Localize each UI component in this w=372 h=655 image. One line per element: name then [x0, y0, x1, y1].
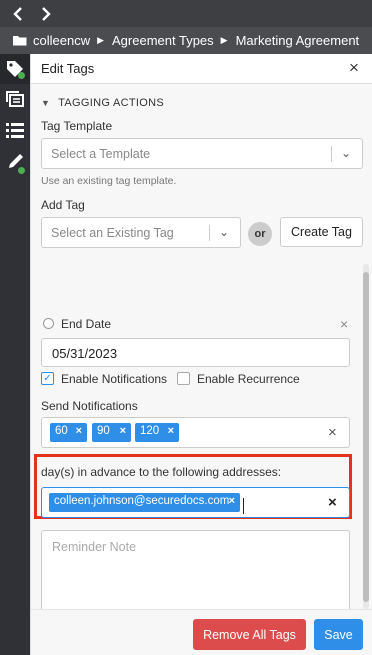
enable-notifications-label: Enable Notifications: [61, 372, 168, 386]
end-date-label: End Date: [61, 317, 112, 331]
clear-emails-icon[interactable]: ×: [328, 495, 337, 510]
panel-title: Edit Tags: [41, 61, 95, 76]
day-chip: 90 ×: [92, 423, 131, 442]
breadcrumb-separator: ▶: [97, 35, 105, 45]
enable-notifications-checkbox[interactable]: ✓: [41, 372, 54, 385]
reminder-note-placeholder: Reminder Note: [52, 540, 137, 554]
chevron-right-icon[interactable]: [36, 4, 56, 24]
remove-chip-icon[interactable]: ×: [120, 425, 126, 437]
clear-days-icon[interactable]: ×: [328, 425, 337, 440]
remove-chip-icon[interactable]: ×: [229, 495, 235, 507]
status-dot: [18, 167, 25, 174]
chevron-left-icon[interactable]: [8, 4, 28, 24]
tag-template-placeholder: Select a Template: [51, 147, 151, 161]
enable-recurrence-label: Enable Recurrence: [197, 372, 300, 386]
breadcrumb-item-user[interactable]: colleencw: [33, 33, 90, 48]
edit-tags-panel: Edit Tags × ▼ TAGGING ACTIONS Tag Templa…: [30, 54, 372, 655]
email-chip: colleen.johnson@securedocs.com ×: [49, 493, 240, 512]
close-icon[interactable]: ×: [349, 59, 359, 77]
select-divider: [331, 146, 332, 162]
add-tag-placeholder: Select an Existing Tag: [51, 226, 174, 240]
tag-form-scroll-area: End Date × 05/31/2023 ✓ Enable Notificat…: [31, 264, 372, 609]
remove-end-date-icon[interactable]: ×: [340, 317, 348, 332]
create-tag-button[interactable]: Create Tag: [280, 217, 363, 247]
tag-template-select[interactable]: Select a Template ⌄: [41, 138, 363, 169]
day-chip: 60 ×: [50, 423, 87, 442]
notification-days-input[interactable]: 60 × 90 × 120 × ×: [41, 417, 350, 448]
breadcrumb-separator: ▶: [220, 35, 228, 45]
breadcrumb-item-marketing-agreement[interactable]: Marketing Agreement: [236, 33, 360, 48]
top-toolbar: [0, 0, 372, 27]
remove-chip-icon[interactable]: ×: [76, 425, 82, 437]
scrollbar-thumb[interactable]: [363, 272, 369, 602]
reminder-note-textarea[interactable]: Reminder Note: [41, 530, 350, 609]
panel-footer: Remove All Tags Save: [31, 609, 372, 655]
add-tag-label: Add Tag: [41, 198, 85, 212]
email-chip-label: colleen.johnson@securedocs.com: [54, 495, 230, 507]
text-cursor: [243, 498, 244, 514]
notification-email-input[interactable]: colleen.johnson@securedocs.com × ×: [41, 487, 350, 518]
day-chip-label: 90: [97, 425, 110, 437]
day-chip: 120 ×: [135, 423, 179, 442]
end-date-input[interactable]: 05/31/2023: [41, 338, 350, 367]
list-icon[interactable]: [4, 119, 26, 141]
status-dot: [18, 72, 25, 79]
add-tag-select[interactable]: Select an Existing Tag ⌄: [41, 217, 241, 248]
breadcrumb-item-agreement-types[interactable]: Agreement Types: [112, 33, 214, 48]
breadcrumb: colleencw ▶ Agreement Types ▶ Marketing …: [0, 27, 372, 54]
chevron-down-icon: ▼: [41, 98, 51, 108]
remove-all-tags-button[interactable]: Remove All Tags: [193, 619, 306, 650]
remove-chip-icon[interactable]: ×: [168, 425, 174, 437]
save-button[interactable]: Save: [314, 619, 363, 650]
panel-header: Edit Tags ×: [31, 54, 372, 84]
tag-template-label: Tag Template: [41, 119, 113, 133]
left-rail: [0, 54, 30, 655]
documents-stack-icon[interactable]: [4, 88, 26, 110]
send-notifications-label: Send Notifications: [41, 399, 138, 413]
enable-recurrence-checkbox[interactable]: [177, 372, 190, 385]
advance-addresses-label: day(s) in advance to the following addre…: [41, 465, 282, 479]
day-chip-label: 60: [55, 425, 68, 437]
day-chip-label: 120: [140, 425, 160, 437]
select-divider: [209, 225, 210, 241]
section-heading: TAGGING ACTIONS: [58, 97, 164, 109]
tag-template-hint: Use an existing tag template.: [41, 175, 177, 187]
tagging-actions-toggle[interactable]: ▼ TAGGING ACTIONS: [41, 97, 164, 109]
chevron-down-icon: ⌄: [341, 146, 352, 160]
or-badge: or: [248, 222, 272, 246]
end-date-radio[interactable]: [43, 318, 54, 329]
folder-open-icon: [13, 36, 27, 46]
chevron-down-icon: ⌄: [219, 225, 230, 239]
